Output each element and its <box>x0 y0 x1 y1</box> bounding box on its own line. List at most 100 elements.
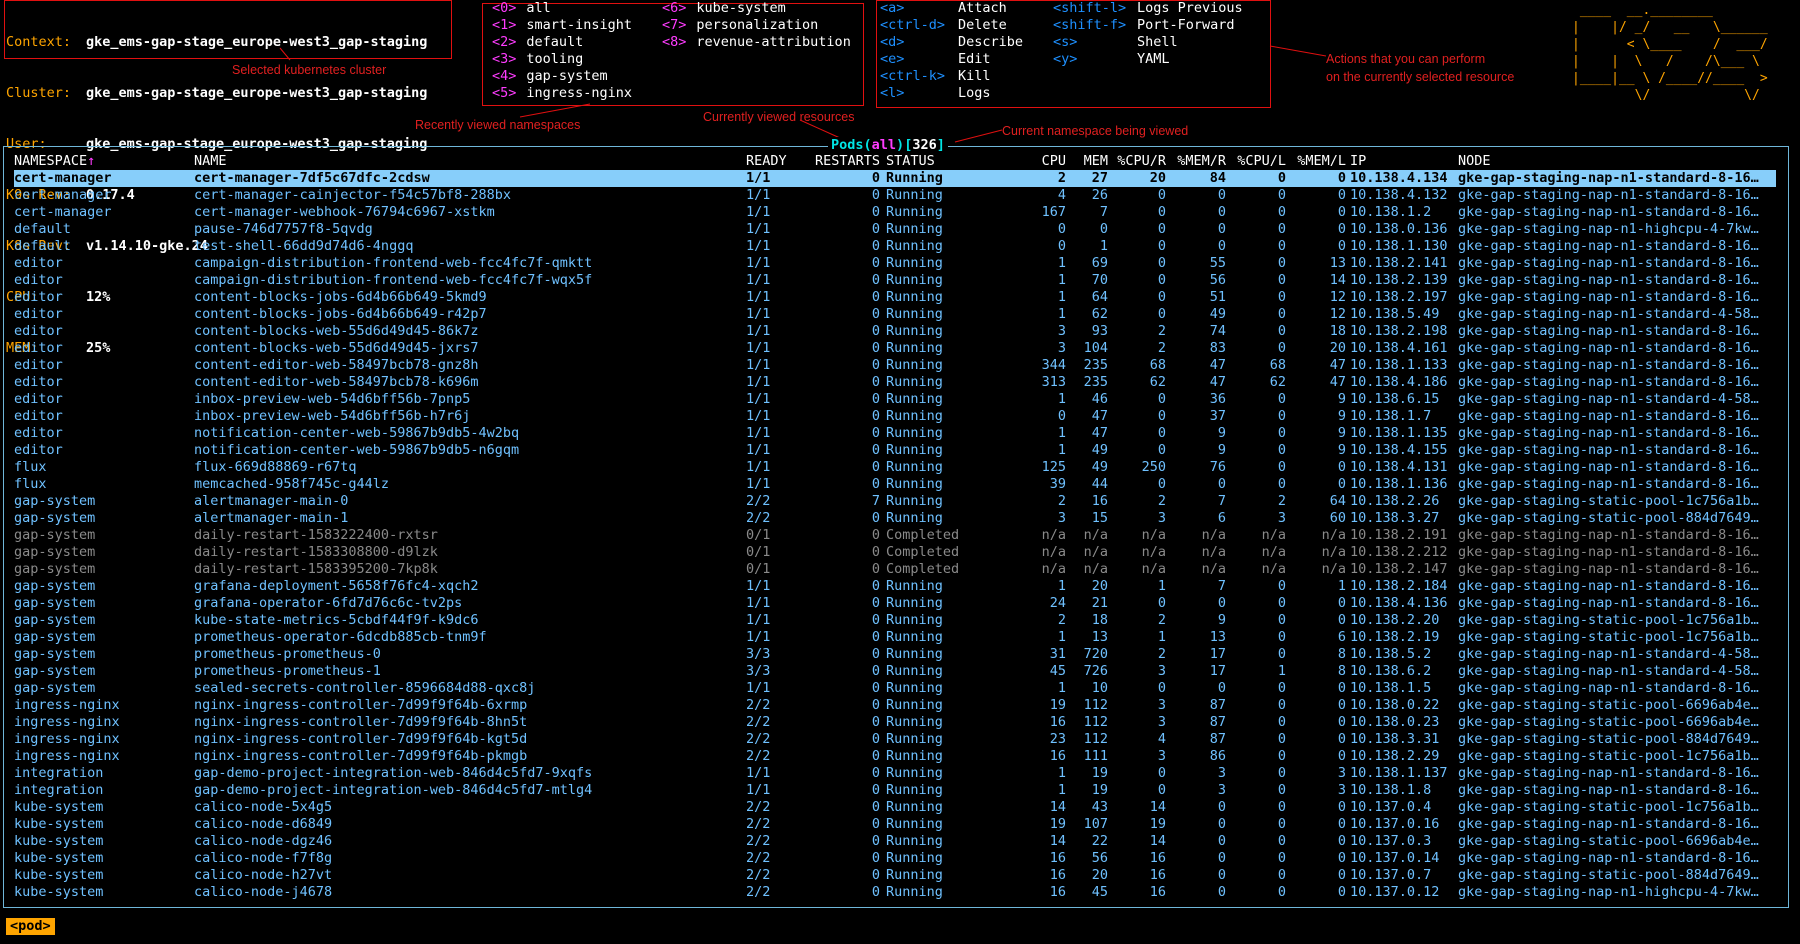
table-row[interactable]: gap-system prometheus-prometheus-1 3/3 0 Run… <box>14 663 1776 680</box>
table-row[interactable]: gap-system grafana-operator-6fd7d76c6c-tv… <box>14 595 1776 612</box>
table-row[interactable]: kube-system calico-node-5x4g5 2/2 0 Running 1… <box>14 799 1776 816</box>
table-row[interactable]: editor content-editor-web-58497bcb78-k696… <box>14 374 1776 391</box>
table-row[interactable]: editor content-blocks-jobs-6d4b66b649-r42… <box>14 306 1776 323</box>
table-row[interactable]: editor campaign-distribution-frontend-web… <box>14 272 1776 289</box>
namespace-shortcut[interactable]: <8> revenue-attribution <box>662 34 851 51</box>
action-shortcut[interactable]: <shift-f> Port-Forward <box>1053 17 1235 34</box>
cell-cpu-l: 0 <box>1277 816 1286 832</box>
table-row[interactable]: editor notification-center-web-59867b9db5… <box>14 425 1776 442</box>
cell-cpu-r: 0 <box>1157 425 1166 441</box>
cell-namespace: kube-system <box>14 850 104 866</box>
table-row[interactable]: gap-system prometheus-operator-6dcdb885cb… <box>14 629 1776 646</box>
action-shortcut[interactable]: <ctrl-d> Delete <box>880 17 1007 34</box>
cell-ip: 10.138.5.49 <box>1350 306 1440 322</box>
table-row[interactable]: ingress-nginx nginx-ingress-controller-7d… <box>14 714 1776 731</box>
col-cpu[interactable]: CPU <box>1022 153 1066 170</box>
action-shortcut[interactable]: <shift-l> Logs Previous <box>1053 0 1243 17</box>
table-row[interactable]: editor content-blocks-web-55d6d49d45-jxrs… <box>14 340 1776 357</box>
table-row[interactable]: editor content-blocks-jobs-6d4b66b649-5km… <box>14 289 1776 306</box>
table-row[interactable]: gap-system grafana-deployment-5658f76fc4-… <box>14 578 1776 595</box>
table-row[interactable]: default pause-746d7757f8-5qvdg 1/1 0 Running… <box>14 221 1776 238</box>
table-row[interactable]: kube-system calico-node-j4678 2/2 0 Running 1… <box>14 884 1776 901</box>
col-node[interactable]: NODE <box>1458 153 1491 170</box>
action-shortcut[interactable]: <d> Describe <box>880 34 1023 51</box>
table-row[interactable]: gap-system alertmanager-main-1 2/2 0 Running… <box>14 510 1776 527</box>
table-row[interactable]: editor notification-center-web-59867b9db5… <box>14 442 1776 459</box>
cell-node: gke-gap-staging-nap-n1-standard-8-16… <box>1458 170 1759 186</box>
col-mem-r[interactable]: %MEM/R <box>1170 153 1226 170</box>
table-row[interactable]: kube-system calico-node-h27vt 2/2 0 Running 1… <box>14 867 1776 884</box>
table-row[interactable]: kube-system calico-node-dgz46 2/2 0 Running 1… <box>14 833 1776 850</box>
breadcrumb-pod[interactable]: <pod> <box>6 918 55 935</box>
col-mem[interactable]: MEM <box>1070 153 1108 170</box>
table-row[interactable]: cert-manager cert-manager-cainjector-f54c… <box>14 187 1776 204</box>
cell-ready: 3/3 <box>746 663 771 679</box>
table-row[interactable]: gap-system sealed-secrets-controller-8596… <box>14 680 1776 697</box>
col-ready[interactable]: READY <box>746 153 787 170</box>
table-row[interactable]: editor content-blocks-web-55d6d49d45-86k7… <box>14 323 1776 340</box>
cell-ip: 10.138.2.147 <box>1350 561 1448 577</box>
namespace-shortcut[interactable]: <6> kube-system <box>662 0 786 17</box>
table-row[interactable]: gap-system prometheus-prometheus-0 3/3 0 Run… <box>14 646 1776 663</box>
cell-mem-l: 20 <box>1329 340 1346 356</box>
action-shortcut[interactable]: <a> Attach <box>880 0 1007 17</box>
namespace-shortcut[interactable]: <2> default <box>492 34 583 51</box>
table-row[interactable]: integration gap-demo-project-integration-… <box>14 782 1776 799</box>
action-shortcut[interactable]: <s> Shell <box>1053 34 1178 51</box>
action-key: <ctrl-k> <box>880 68 946 84</box>
table-row[interactable]: cert-manager cert-manager-webhook-76794c6… <box>14 204 1776 221</box>
frame-title-count: 326 <box>912 137 937 153</box>
table-row[interactable]: editor content-editor-web-58497bcb78-gnz8… <box>14 357 1776 374</box>
table-row[interactable]: default test-shell-66dd9d74d6-4nggq 1/1 0 Ru… <box>14 238 1776 255</box>
cell-namespace: kube-system <box>14 884 104 900</box>
cell-restarts: 0 <box>871 255 880 271</box>
cell-namespace: gap-system <box>14 527 96 543</box>
namespace-shortcut[interactable]: <7> personalization <box>662 17 818 34</box>
cell-mem-l: 0 <box>1337 221 1346 237</box>
table-row[interactable]: flux flux-669d88869-r67tq 1/1 0 Running 125 49… <box>14 459 1776 476</box>
action-shortcut[interactable]: <ctrl-k> Kill <box>880 68 991 85</box>
action-shortcut[interactable]: <l> Logs <box>880 85 991 102</box>
table-row[interactable]: editor inbox-preview-web-54d6bff56b-h7r6j… <box>14 408 1776 425</box>
cell-mem-l: 0 <box>1337 714 1346 730</box>
col-cpu-r[interactable]: %CPU/R <box>1112 153 1166 170</box>
namespace-shortcut[interactable]: <1> smart-insight <box>492 17 632 34</box>
col-cpu-l[interactable]: %CPU/L <box>1230 153 1286 170</box>
table-row[interactable]: ingress-nginx nginx-ingress-controller-7d… <box>14 731 1776 748</box>
table-row[interactable]: kube-system calico-node-f7f8g 2/2 0 Running 1… <box>14 850 1776 867</box>
col-name[interactable]: NAME <box>194 153 227 170</box>
cell-cpu: 0 <box>1057 408 1066 424</box>
cell-status: Running <box>886 204 943 220</box>
table-row[interactable]: gap-system kube-state-metrics-5cbdf44f9f-… <box>14 612 1776 629</box>
cell-status: Running <box>886 663 943 679</box>
namespace-shortcut[interactable]: <5> ingress-nginx <box>492 85 632 102</box>
table-row[interactable]: integration gap-demo-project-integration-… <box>14 765 1776 782</box>
table-row[interactable]: ingress-nginx nginx-ingress-controller-7d… <box>14 748 1776 765</box>
table-row[interactable]: gap-system alertmanager-main-0 2/2 7 Running… <box>14 493 1776 510</box>
col-mem-l[interactable]: %MEM/L <box>1290 153 1346 170</box>
cell-status: Running <box>886 493 943 509</box>
col-ip[interactable]: IP <box>1350 153 1366 170</box>
table-row[interactable]: editor campaign-distribution-frontend-web… <box>14 255 1776 272</box>
col-status[interactable]: STATUS <box>886 153 935 170</box>
action-label: Edit <box>958 51 991 67</box>
namespace-shortcut[interactable]: <3> tooling <box>492 51 583 68</box>
table-row[interactable]: kube-system calico-node-d6849 2/2 0 Running 1… <box>14 816 1776 833</box>
table-row[interactable]: gap-system daily-restart-1583395200-7kp8k… <box>14 561 1776 578</box>
col-namespace[interactable]: NAMESPACE↑ <box>14 153 95 170</box>
namespace-shortcut[interactable]: <4> gap-system <box>492 68 608 85</box>
table-row[interactable]: cert-manager cert-manager-7df5c67dfc-2cds… <box>14 170 1776 187</box>
table-row[interactable]: editor inbox-preview-web-54d6bff56b-7pnp5… <box>14 391 1776 408</box>
action-shortcut[interactable]: <y> YAML <box>1053 51 1170 68</box>
frame-title-close-paren: ) <box>896 137 905 153</box>
table-row[interactable]: gap-system daily-restart-1583222400-rxtsr… <box>14 527 1776 544</box>
action-shortcut[interactable]: <e> Edit <box>880 51 991 68</box>
namespace-shortcut[interactable]: <0> all <box>492 0 551 17</box>
table-row[interactable]: flux memcached-958f745c-g44lz 1/1 0 Running 3… <box>14 476 1776 493</box>
cell-status: Running <box>886 782 943 798</box>
col-restarts[interactable]: RESTARTS <box>796 153 880 170</box>
table-row[interactable]: gap-system daily-restart-1583308800-d9lzk… <box>14 544 1776 561</box>
table-row[interactable]: ingress-nginx nginx-ingress-controller-7d… <box>14 697 1776 714</box>
cell-namespace: editor <box>14 289 63 305</box>
cell-name: content-editor-web-58497bcb78-k696m <box>194 374 479 390</box>
